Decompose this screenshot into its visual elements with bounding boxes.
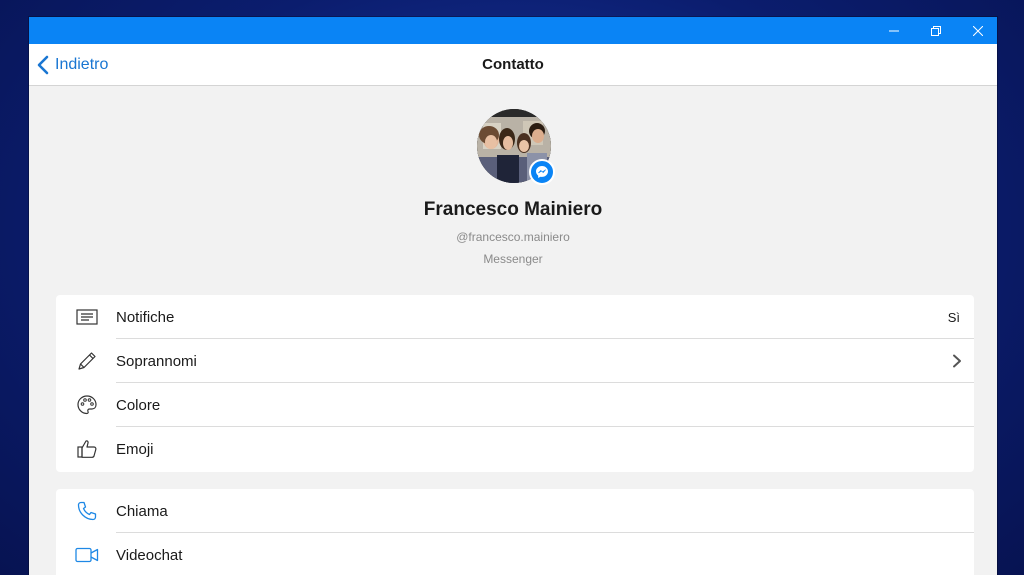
minimize-icon — [889, 30, 899, 31]
back-button[interactable]: Indietro — [37, 44, 108, 85]
palette-icon — [75, 383, 99, 427]
chevron-left-icon — [37, 55, 49, 74]
settings-row-label: Notifiche — [116, 308, 175, 326]
settings-row-soprannomi[interactable]: Soprannomi — [56, 339, 974, 383]
action-row-label: Chiama — [116, 502, 168, 520]
close-icon — [973, 25, 983, 36]
restore-icon — [931, 25, 941, 36]
app-window: Indietro Contatto Francesco Mainiero @fr… — [29, 17, 997, 575]
close-button[interactable] — [957, 17, 997, 44]
settings-row-colore[interactable]: Colore — [56, 383, 974, 427]
app-bar: Indietro Contatto — [29, 44, 997, 86]
settings-row-label: Soprannomi — [116, 352, 197, 370]
settings-row-label: Colore — [116, 396, 161, 414]
contact-handle: @francesco.mainiero — [456, 230, 570, 244]
chevron-right-icon — [952, 339, 962, 383]
contact-source: Messenger — [483, 252, 543, 266]
back-label: Indietro — [55, 55, 109, 73]
settings-row-label: Emoji — [116, 440, 154, 458]
title-bar — [29, 17, 997, 44]
action-row-chiama[interactable]: Chiama — [56, 489, 974, 533]
messenger-bolt-icon — [536, 166, 548, 178]
page-title: Contatto — [482, 56, 544, 73]
phone-icon — [75, 489, 99, 533]
settings-card: Notifiche Sì Soprannomi Colore Emoji — [56, 295, 974, 472]
contact-name: Francesco Mainiero — [423, 199, 603, 220]
video-camera-icon — [75, 533, 99, 575]
action-row-label: Videochat — [116, 546, 183, 564]
actions-card: Chiama Videochat — [56, 489, 974, 575]
settings-row-notifiche[interactable]: Notifiche Sì — [56, 295, 974, 339]
messenger-icon — [529, 159, 555, 185]
action-row-videochat[interactable]: Videochat — [56, 533, 974, 575]
settings-row-emoji[interactable]: Emoji — [56, 427, 974, 471]
pencil-icon — [75, 339, 99, 383]
notification-icon — [75, 295, 99, 339]
notifications-value: Sì — [947, 309, 960, 325]
minimize-button[interactable] — [873, 17, 915, 44]
restore-button[interactable] — [915, 17, 957, 44]
thumbs-up-icon — [75, 427, 99, 471]
